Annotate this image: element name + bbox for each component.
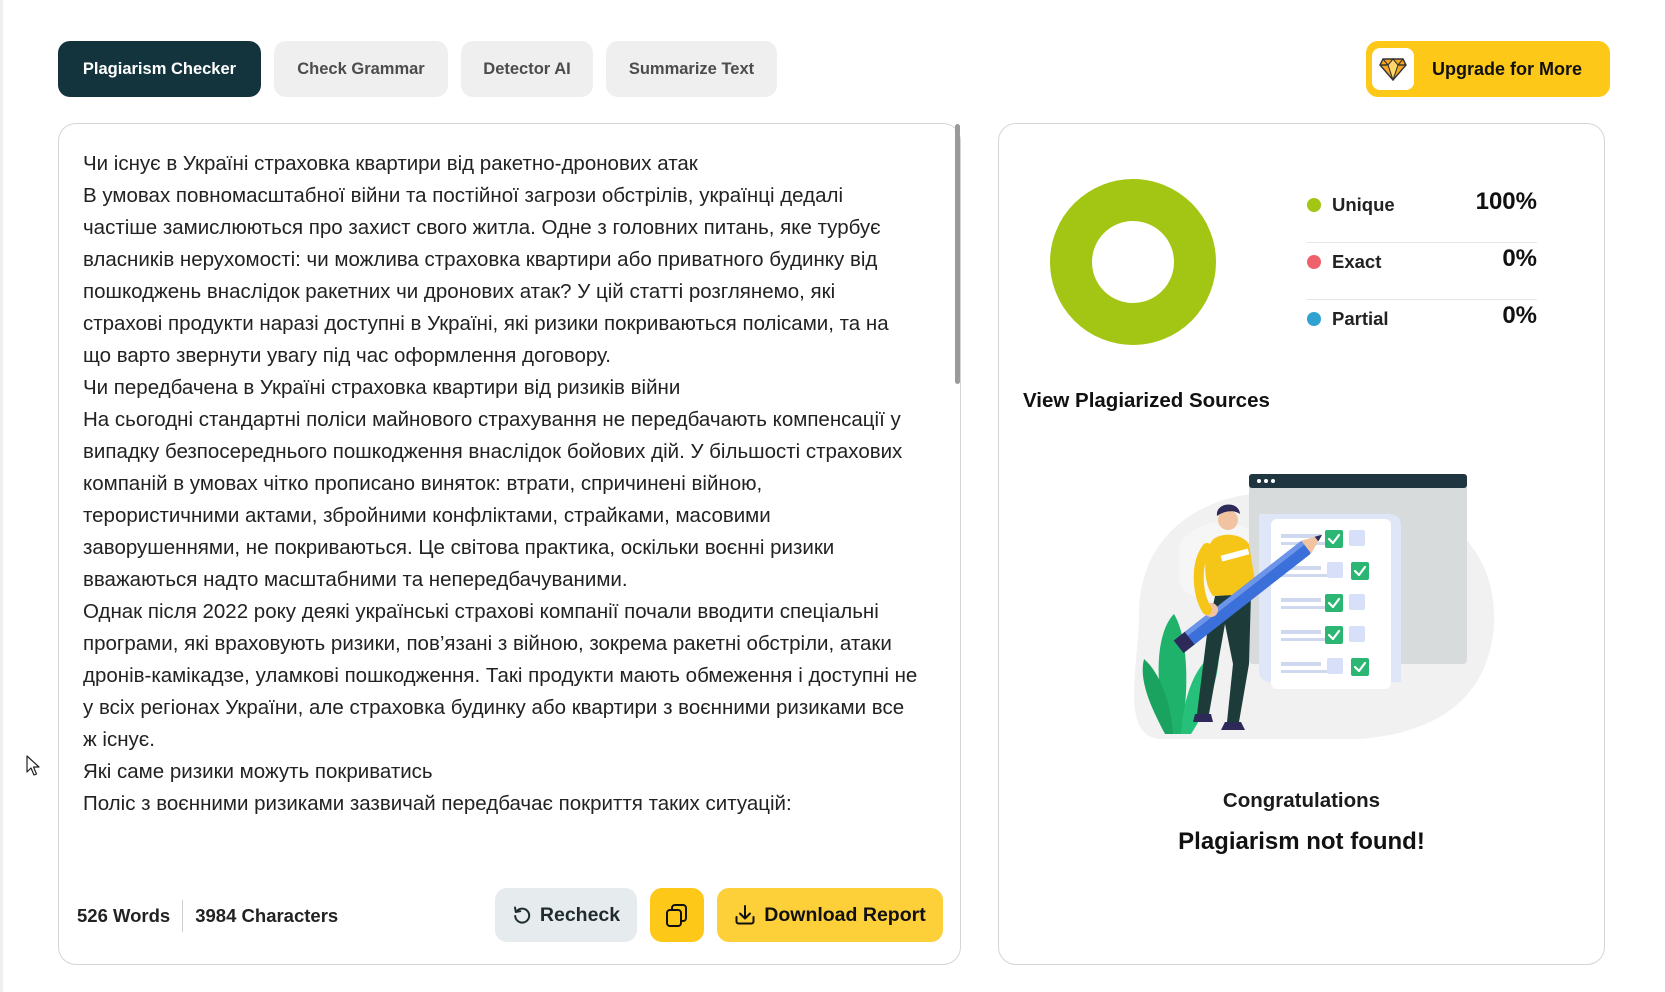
legend-value-unique: 100% xyxy=(1475,188,1537,215)
tool-tabs: Plagiarism Checker Check Grammar Detecto… xyxy=(58,41,777,97)
congrats-heading: Congratulations xyxy=(1222,789,1381,812)
tab-detector-ai[interactable]: Detector AI xyxy=(461,41,593,97)
upgrade-button[interactable]: Upgrade for More xyxy=(1366,41,1610,97)
text-editor-panel: Чи існує в Україні страховка квартири ві… xyxy=(58,123,961,965)
download-report-button[interactable]: Download Report xyxy=(717,888,943,942)
word-count: 526 Words xyxy=(77,905,171,926)
text-stats: 526 Words 3984 Characters xyxy=(77,900,338,932)
upgrade-label: Upgrade for More xyxy=(1432,58,1583,79)
legend-row-unique: Unique 100% xyxy=(1307,186,1537,243)
recheck-label: Recheck xyxy=(539,903,621,926)
legend-value-exact: 0% xyxy=(1502,245,1537,272)
text-input-area[interactable]: Чи існує в Україні страховка квартири ві… xyxy=(83,148,919,862)
editor-footer: 526 Words 3984 Characters Recheck Downlo xyxy=(59,876,960,964)
gem-icon xyxy=(1372,48,1414,90)
donut-slice-unique xyxy=(1050,179,1216,345)
legend-row-exact: Exact 0% xyxy=(1307,243,1537,300)
legend-dot-unique xyxy=(1307,198,1321,212)
tab-plagiarism-checker[interactable]: Plagiarism Checker xyxy=(58,41,261,97)
mouse-cursor-icon xyxy=(26,755,40,776)
uniqueness-donut-chart xyxy=(1050,179,1216,345)
results-panel: Unique 100% Exact 0% Partial 0% View Pla… xyxy=(998,123,1605,965)
legend-label-partial: Partial xyxy=(1332,308,1389,329)
download-icon xyxy=(735,905,755,925)
results-legend: Unique 100% Exact 0% Partial 0% xyxy=(1307,186,1537,356)
copy-button[interactable] xyxy=(650,888,704,942)
refresh-icon xyxy=(513,906,531,924)
view-plagiarized-sources-link[interactable]: View Plagiarized Sources xyxy=(1023,389,1270,413)
legend-label-unique: Unique xyxy=(1332,194,1395,215)
plagiarism-status: Plagiarism not found! xyxy=(1178,828,1425,855)
editor-scrollbar-thumb[interactable] xyxy=(955,124,960,384)
tab-summarize-text[interactable]: Summarize Text xyxy=(606,41,777,97)
stats-divider xyxy=(182,900,184,932)
character-count: 3984 Characters xyxy=(195,905,339,926)
checklist-illustration xyxy=(1134,474,1495,739)
legend-dot-partial xyxy=(1307,312,1321,326)
download-report-label: Download Report xyxy=(764,903,926,926)
copy-icon xyxy=(666,904,687,927)
legend-dot-exact xyxy=(1307,255,1321,269)
recheck-button[interactable]: Recheck xyxy=(495,888,637,942)
editor-scrollbar[interactable] xyxy=(950,124,960,876)
tab-check-grammar[interactable]: Check Grammar xyxy=(274,41,448,97)
legend-label-exact: Exact xyxy=(1332,251,1382,272)
legend-row-partial: Partial 0% xyxy=(1307,300,1537,356)
legend-value-partial: 0% xyxy=(1502,302,1537,329)
